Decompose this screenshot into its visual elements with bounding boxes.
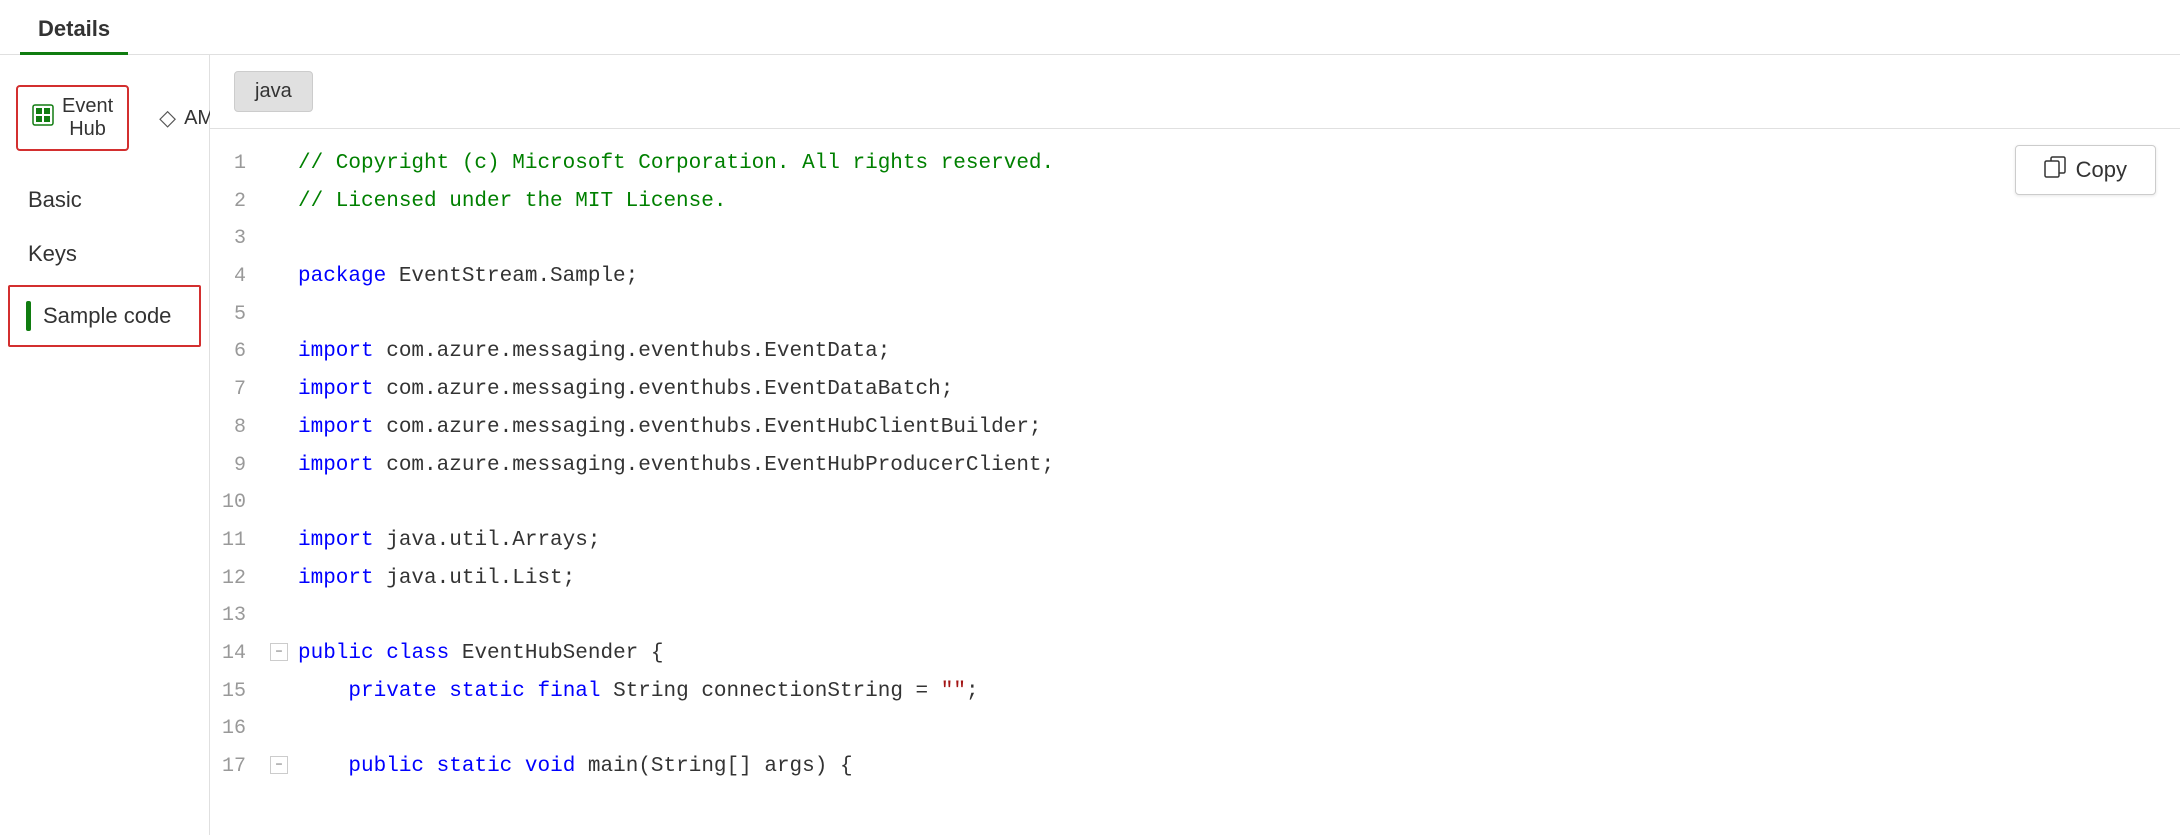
code-line-3: 3: [210, 220, 2180, 258]
copy-icon: [2044, 156, 2066, 184]
amqp-icon: ◇: [159, 105, 176, 131]
sidebar-item-sample-code[interactable]: Sample code: [8, 285, 201, 347]
eventhub-icon: [32, 104, 54, 132]
code-line-14: 14 − public class EventHubSender {: [210, 635, 2180, 673]
eventhub-label: Event Hub: [62, 95, 113, 141]
sidebar: Event Hub ◇ AMQP: [0, 55, 210, 835]
sample-code-label: Sample code: [43, 303, 171, 329]
code-line-1: 1 // Copyright (c) Microsoft Corporation…: [210, 145, 2180, 183]
code-line-13: 13: [210, 597, 2180, 635]
code-line-2: 2 // Licensed under the MIT License.: [210, 183, 2180, 221]
sidebar-item-basic[interactable]: Basic: [0, 173, 209, 227]
code-line-4: 4 package EventStream.Sample;: [210, 258, 2180, 296]
code-block: 1 // Copyright (c) Microsoft Corporation…: [210, 129, 2180, 802]
lang-bar: java: [210, 55, 2180, 129]
code-line-9: 9 import com.azure.messaging.eventhubs.E…: [210, 447, 2180, 485]
protocol-row: Event Hub ◇ AMQP: [0, 75, 209, 161]
eventhub-protocol-btn[interactable]: Event Hub: [16, 85, 129, 151]
code-line-6: 6 import com.azure.messaging.eventhubs.E…: [210, 333, 2180, 371]
tab-details[interactable]: Details: [20, 6, 128, 55]
sidebar-item-keys[interactable]: Keys: [0, 227, 209, 281]
copy-label: Copy: [2076, 157, 2127, 183]
copy-button[interactable]: Copy: [2015, 145, 2156, 195]
code-line-10: 10: [210, 484, 2180, 522]
code-line-12: 12 import java.util.List;: [210, 560, 2180, 598]
code-line-8: 8 import com.azure.messaging.eventhubs.E…: [210, 409, 2180, 447]
sample-code-active-bar: [26, 301, 31, 331]
main-content: Event Hub ◇ AMQP: [0, 55, 2180, 835]
code-line-5: 5: [210, 296, 2180, 334]
lang-java-btn[interactable]: java: [234, 71, 313, 112]
page-container: Details Event Hub: [0, 0, 2180, 835]
code-block-container: Copy 1 // Copyright (c) Microsoft Corpor…: [210, 129, 2180, 802]
tab-bar: Details: [0, 0, 2180, 55]
sidebar-nav: Basic Keys Sample code: [0, 173, 209, 347]
code-line-15: 15 private static final String connectio…: [210, 673, 2180, 711]
code-line-16: 16: [210, 710, 2180, 748]
code-line-17: 17 − public static void main(String[] ar…: [210, 748, 2180, 786]
code-line-11: 11 import java.util.Arrays;: [210, 522, 2180, 560]
code-line-7: 7 import com.azure.messaging.eventhubs.E…: [210, 371, 2180, 409]
code-area: java Copy 1: [210, 55, 2180, 835]
